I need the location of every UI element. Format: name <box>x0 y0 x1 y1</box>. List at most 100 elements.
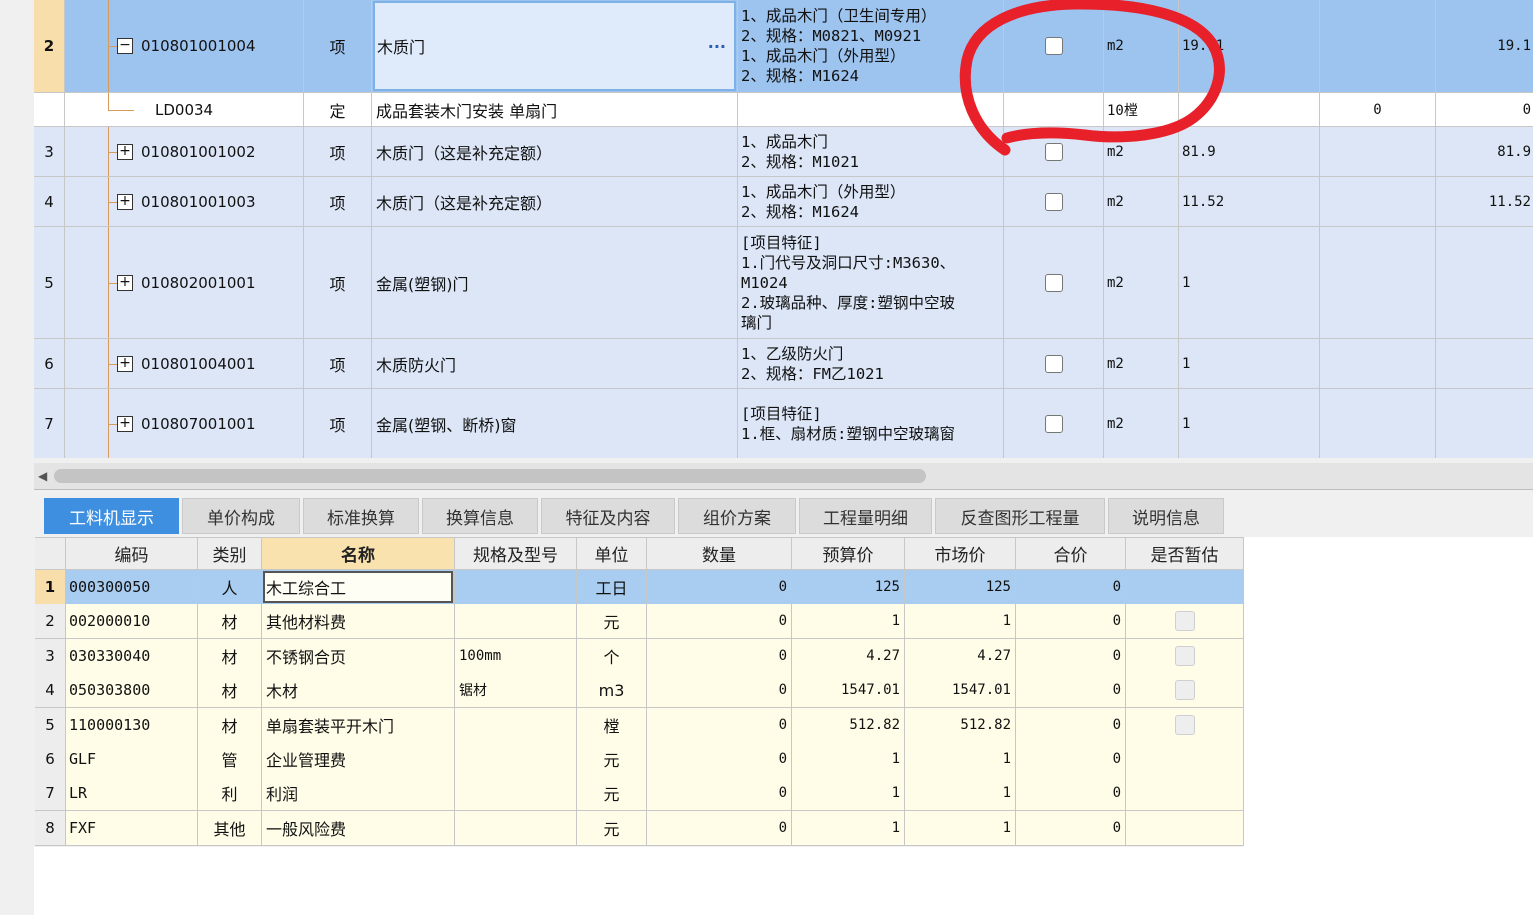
resource-name-cell[interactable]: 其他材料费 <box>262 604 455 639</box>
resource-market-price[interactable]: 1547.01 <box>905 673 1016 708</box>
unit-cell[interactable]: m2 <box>1104 177 1179 226</box>
feature-cell[interactable]: 1、乙级防火门 2、规格：FM乙1021 <box>738 339 1004 388</box>
estimate-checkbox[interactable] <box>1174 645 1195 666</box>
resource-market-price[interactable]: 1 <box>905 810 1016 845</box>
resource-market-price[interactable]: 1 <box>905 604 1016 639</box>
resource-estimate[interactable] <box>1126 604 1244 639</box>
resource-budget-price[interactable]: 1547.01 <box>792 673 905 708</box>
row-checkbox[interactable] <box>1044 354 1063 373</box>
resource-name-cell[interactable]: 木材 <box>262 673 455 708</box>
resource-quantity[interactable]: 0 <box>647 570 792 604</box>
extra-cell[interactable] <box>1320 227 1436 338</box>
resource-spec[interactable]: 锯材 <box>455 673 577 708</box>
resource-market-price[interactable]: 4.27 <box>905 638 1016 673</box>
header-code[interactable]: 编码 <box>66 538 198 569</box>
unit-cell[interactable]: m2 <box>1104 227 1179 338</box>
resource-total[interactable]: 0 <box>1016 638 1126 673</box>
resource-code[interactable]: 002000010 <box>66 604 198 639</box>
resource-quantity[interactable]: 0 <box>647 776 792 811</box>
resource-unit[interactable]: 工日 <box>577 570 647 604</box>
horizontal-scrollbar[interactable]: ◀ <box>34 463 1533 490</box>
resource-name-cell[interactable]: 木工综合工 <box>262 570 455 604</box>
type-cell[interactable]: 定 <box>304 93 372 126</box>
unit-cell[interactable]: m2 <box>1104 0 1179 92</box>
header-name[interactable]: 名称 <box>262 538 455 569</box>
bill-item-row[interactable]: 5 +010802001001 项金属(塑钢)门 [项目特征] 1.门代号及洞口尺寸:M… <box>34 227 1533 339</box>
resource-category[interactable]: 材 <box>198 673 262 708</box>
resource-unit[interactable]: 元 <box>577 604 647 639</box>
type-cell[interactable]: 项 <box>304 127 372 176</box>
resource-spec[interactable] <box>455 570 577 604</box>
code-cell[interactable]: +010801004001 <box>65 339 304 388</box>
resource-code[interactable]: GLF <box>66 742 198 776</box>
tab-5[interactable]: 特征及内容 <box>541 498 675 534</box>
resource-market-price[interactable]: 1 <box>905 742 1016 776</box>
quantity-cell[interactable]: 81.9 <box>1179 127 1320 176</box>
code-cell[interactable]: −010801001004 <box>65 0 304 92</box>
unit-cell[interactable]: m2 <box>1104 339 1179 388</box>
unit-cell[interactable]: m2 <box>1104 389 1179 458</box>
resource-quantity[interactable]: 0 <box>647 810 792 845</box>
resource-quantity[interactable]: 0 <box>647 742 792 776</box>
type-cell[interactable]: 项 <box>304 389 372 458</box>
extra-cell[interactable] <box>1436 389 1533 458</box>
resource-total[interactable]: 0 <box>1016 742 1126 776</box>
checkbox-cell[interactable] <box>1004 127 1104 176</box>
bill-item-row[interactable]: 2−010801001004 项木质门 ··· 1、成品木门（卫生间专用） 2、规格：M… <box>34 0 1533 93</box>
name-cell[interactable]: 木质门（这是补充定额） <box>372 177 738 226</box>
resource-name-cell[interactable]: 不锈钢合页 <box>262 638 455 673</box>
minus-box-icon[interactable]: − <box>117 38 133 54</box>
header-market-price[interactable]: 市场价 <box>905 538 1016 569</box>
bill-item-row[interactable]: 7 +010807001001 项金属(塑钢、断桥)窗 [项目特征] 1.框、扇材质:塑… <box>34 389 1533 458</box>
extra-cell[interactable] <box>1320 177 1436 226</box>
resource-unit[interactable]: 元 <box>577 742 647 776</box>
quantity-cell[interactable]: 1 <box>1179 227 1320 338</box>
unit-cell[interactable]: m2 <box>1104 127 1179 176</box>
name-cell[interactable]: 木质防火门 <box>372 339 738 388</box>
resource-code[interactable]: 050303800 <box>66 673 198 708</box>
resource-estimate[interactable] <box>1126 810 1244 845</box>
type-cell[interactable]: 项 <box>304 227 372 338</box>
extra-cell[interactable]: 0 <box>1320 93 1436 126</box>
resource-code[interactable]: 030330040 <box>66 638 198 673</box>
name-cell[interactable]: 木质门（这是补充定额） <box>372 127 738 176</box>
scrollbar-thumb[interactable] <box>54 469 926 483</box>
resource-quantity[interactable]: 0 <box>647 707 792 742</box>
feature-cell[interactable]: 1、成品木门（外用型） 2、规格：M1624 <box>738 177 1004 226</box>
bill-item-row[interactable]: 3 +010801001002 项木质门（这是补充定额） 1、成品木门 2、规格：M10… <box>34 127 1533 177</box>
extra-cell[interactable]: 11.52 <box>1436 177 1533 226</box>
row-checkbox[interactable] <box>1044 142 1063 161</box>
resource-spec[interactable] <box>455 604 577 639</box>
resource-quantity[interactable]: 0 <box>647 638 792 673</box>
checkbox-cell[interactable] <box>1004 389 1104 458</box>
tab-4[interactable]: 换算信息 <box>422 498 538 534</box>
plus-box-icon[interactable]: + <box>117 143 133 160</box>
checkbox-cell[interactable] <box>1004 177 1104 226</box>
resource-category[interactable]: 管 <box>198 742 262 776</box>
resource-market-price[interactable]: 1 <box>905 776 1016 811</box>
checkbox-cell[interactable] <box>1004 227 1104 338</box>
resource-budget-price[interactable]: 1 <box>792 604 905 639</box>
ellipsis-icon[interactable]: ··· <box>708 3 726 89</box>
resource-category[interactable]: 其他 <box>198 810 262 845</box>
extra-cell[interactable] <box>1320 389 1436 458</box>
code-cell[interactable]: +010802001001 <box>65 227 304 338</box>
resource-spec[interactable]: 100mm <box>455 638 577 673</box>
resource-estimate[interactable] <box>1126 673 1244 708</box>
extra-cell[interactable] <box>1436 227 1533 338</box>
row-checkbox[interactable] <box>1044 192 1063 211</box>
checkbox-cell[interactable] <box>1004 339 1104 388</box>
feature-cell[interactable]: 1、成品木门（卫生间专用） 2、规格：M0821、M0921 1、成品木门（外用型）… <box>738 0 1004 92</box>
resource-estimate[interactable] <box>1126 570 1244 604</box>
resource-total[interactable]: 0 <box>1016 604 1126 639</box>
tab-2[interactable]: 单价构成 <box>182 498 300 534</box>
quantity-cell[interactable]: 1 <box>1179 339 1320 388</box>
resource-code[interactable]: 000300050 <box>66 570 198 604</box>
resource-budget-price[interactable]: 1 <box>792 776 905 811</box>
feature-cell[interactable]: [项目特征] 1.框、扇材质:塑钢中空玻璃窗 <box>738 389 1004 458</box>
extra-cell[interactable]: 19.1 <box>1436 0 1533 92</box>
quantity-cell[interactable]: 11.52 <box>1179 177 1320 226</box>
extra-cell[interactable]: 81.9 <box>1436 127 1533 176</box>
resource-unit[interactable]: 樘 <box>577 707 647 742</box>
resource-budget-price[interactable]: 125 <box>792 570 905 604</box>
